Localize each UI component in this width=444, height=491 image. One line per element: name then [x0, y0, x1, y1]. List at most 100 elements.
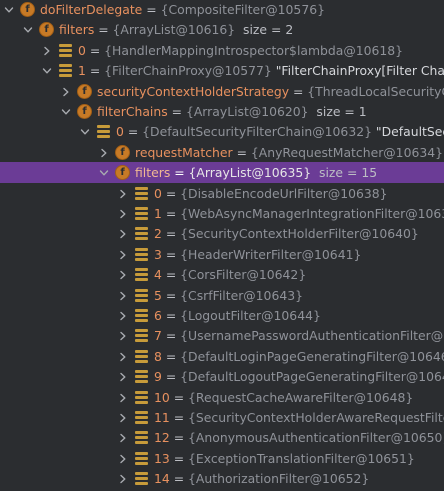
- tree-row[interactable]: 1 = {WebAsyncManagerIntegrationFilter@10…: [0, 203, 444, 224]
- variable-name: 1: [78, 63, 86, 78]
- variable-value: {AnonymousAuthenticationFilter@10650}: [188, 430, 444, 445]
- array-element-icon: [134, 390, 149, 405]
- array-element-icon: [134, 206, 149, 221]
- tree-row-text: filters = {ArrayList@10616} size = 2: [59, 19, 293, 40]
- tree-row-text: securityContextHolderStrategy = {ThreadL…: [97, 81, 444, 102]
- field-icon: f: [77, 104, 92, 119]
- tree-row[interactable]: f filters = {ArrayList@10635} size = 15: [0, 162, 444, 183]
- tree-row[interactable]: 9 = {DefaultLogoutPageGeneratingFilter@1…: [0, 366, 444, 387]
- tree-row[interactable]: 0 = {DisableEncodeUrlFilter@10638}: [0, 183, 444, 204]
- chevron-right-icon[interactable]: [117, 427, 129, 448]
- chevron-down-icon[interactable]: [79, 121, 91, 142]
- variable-name: filters: [59, 22, 95, 37]
- array-element-icon: [58, 63, 73, 78]
- chevron-right-icon[interactable]: [117, 468, 129, 489]
- chevron-down-icon[interactable]: [3, 0, 15, 20]
- chevron-down-icon[interactable]: [41, 60, 53, 81]
- tree-row[interactable]: 4 = {CorsFilter@10642}: [0, 264, 444, 285]
- tree-row[interactable]: f securityContextHolderStrategy = {Thread…: [0, 81, 444, 102]
- equals-sign: =: [94, 22, 113, 37]
- array-element-icon: [134, 308, 149, 323]
- variable-name: 8: [154, 349, 162, 364]
- variable-value: {DisableEncodeUrlFilter@10638}: [180, 186, 388, 201]
- tree-row-text: 2 = {SecurityContextHolderFilter@10640}: [154, 223, 419, 244]
- tree-row[interactable]: f filterChains = {ArrayList@10620} size =…: [0, 101, 444, 122]
- tree-row[interactable]: 11 = {SecurityContextHolderAwareRequestF…: [0, 407, 444, 428]
- chevron-right-icon[interactable]: [117, 346, 129, 367]
- tree-row[interactable]: 10 = {RequestCacheAwareFilter@10648}: [0, 387, 444, 408]
- variable-value: {CsrfFilter@10643}: [180, 288, 303, 303]
- equals-sign: =: [161, 267, 181, 282]
- tree-row[interactable]: f requestMatcher = {AnyRequestMatcher@106…: [0, 142, 444, 163]
- chevron-right-icon[interactable]: [117, 285, 129, 306]
- collection-size: size = 15: [311, 165, 378, 180]
- chevron-right-icon[interactable]: [41, 40, 53, 61]
- tree-row[interactable]: 2 = {SecurityContextHolderFilter@10640}: [0, 223, 444, 244]
- chevron-down-icon[interactable]: [98, 162, 110, 183]
- variable-name: 5: [154, 288, 162, 303]
- variable-name: doFilterDelegate: [40, 2, 143, 17]
- chevron-right-icon[interactable]: [117, 448, 129, 469]
- tree-row[interactable]: 3 = {HeaderWriterFilter@10641}: [0, 244, 444, 265]
- field-icon: f: [20, 2, 35, 17]
- field-icon: f: [39, 22, 54, 37]
- variable-name: 0: [78, 43, 86, 58]
- tree-row[interactable]: 14 = {AuthorizationFilter@10652}: [0, 468, 444, 489]
- tree-row-text: 13 = {ExceptionTranslationFilter@10651}: [154, 448, 415, 469]
- array-element-icon: [134, 226, 149, 241]
- chevron-right-icon[interactable]: [117, 305, 129, 326]
- tree-row-text: filters = {ArrayList@10635} size = 15: [135, 162, 377, 183]
- tree-row[interactable]: 7 = {UsernamePasswordAuthenticationFilte…: [0, 325, 444, 346]
- equals-sign: =: [161, 247, 181, 262]
- variable-value: {HeaderWriterFilter@10641}: [180, 247, 362, 262]
- variable-value: {UsernamePasswordAuthenticationFilter@1: [180, 328, 444, 343]
- tree-row-text: 3 = {HeaderWriterFilter@10641}: [154, 244, 361, 265]
- variable-name: requestMatcher: [135, 145, 233, 160]
- tree-row[interactable]: f filters = {ArrayList@10616} size = 2: [0, 19, 444, 40]
- variable-name: 1: [154, 206, 162, 221]
- tree-row[interactable]: 5 = {CsrfFilter@10643}: [0, 285, 444, 306]
- chevron-right-icon[interactable]: [117, 183, 129, 204]
- equals-sign: =: [167, 104, 186, 119]
- chevron-right-icon[interactable]: [98, 142, 110, 163]
- tree-row[interactable]: f doFilterDelegate = {CompositeFilter@105…: [0, 0, 444, 20]
- tree-row[interactable]: 6 = {LogoutFilter@10644}: [0, 305, 444, 326]
- tree-row-text: 1 = {WebAsyncManagerIntegrationFilter@10…: [154, 203, 444, 224]
- variable-name: 3: [154, 247, 162, 262]
- variable-value: {ArrayList@10635}: [188, 165, 312, 180]
- chevron-right-icon[interactable]: [117, 264, 129, 285]
- chevron-right-icon[interactable]: [117, 407, 129, 428]
- equals-sign: =: [169, 430, 189, 445]
- variable-value: {RequestCacheAwareFilter@10648}: [188, 390, 414, 405]
- tree-row-text: filterChains = {ArrayList@10620} size = …: [97, 101, 367, 122]
- equals-sign: =: [169, 451, 189, 466]
- variable-name: 13: [154, 451, 170, 466]
- array-element-icon: [134, 247, 149, 262]
- chevron-right-icon[interactable]: [117, 387, 129, 408]
- chevron-right-icon[interactable]: [60, 81, 72, 102]
- chevron-right-icon[interactable]: [117, 366, 129, 387]
- variable-name: 7: [154, 328, 162, 343]
- tree-row-text: requestMatcher = {AnyRequestMatcher@1063…: [135, 142, 444, 163]
- chevron-down-icon[interactable]: [22, 19, 34, 40]
- tree-row[interactable]: 8 = {DefaultLoginPageGeneratingFilter@10…: [0, 346, 444, 367]
- chevron-right-icon[interactable]: [117, 203, 129, 224]
- tree-row[interactable]: 13 = {ExceptionTranslationFilter@10651}: [0, 448, 444, 469]
- variable-value: {AnyRequestMatcher@10634}: [250, 145, 443, 160]
- chevron-right-icon[interactable]: [117, 325, 129, 346]
- chevron-right-icon[interactable]: [117, 244, 129, 265]
- tree-row-text: 14 = {AuthorizationFilter@10652}: [154, 468, 369, 489]
- tree-row[interactable]: 1 = {FilterChainProxy@10577} "FilterChai…: [0, 60, 444, 81]
- tree-row[interactable]: 12 = {AnonymousAuthenticationFilter@1065…: [0, 427, 444, 448]
- variable-value: {CorsFilter@10642}: [180, 267, 307, 282]
- equals-sign: =: [161, 349, 181, 364]
- tree-row[interactable]: 0 = {DefaultSecurityFilterChain@10632} "…: [0, 121, 444, 142]
- chevron-right-icon[interactable]: [117, 223, 129, 244]
- tree-row[interactable]: 0 = {HandlerMappingIntrospector$lambda@1…: [0, 40, 444, 61]
- equals-sign: =: [169, 390, 189, 405]
- variable-name: 12: [154, 430, 170, 445]
- variable-name: 14: [154, 471, 170, 486]
- chevron-down-icon[interactable]: [60, 101, 72, 122]
- debugger-variables-tree[interactable]: f doFilterDelegate = {CompositeFilter@105…: [0, 0, 444, 491]
- tree-row-text: 5 = {CsrfFilter@10643}: [154, 285, 303, 306]
